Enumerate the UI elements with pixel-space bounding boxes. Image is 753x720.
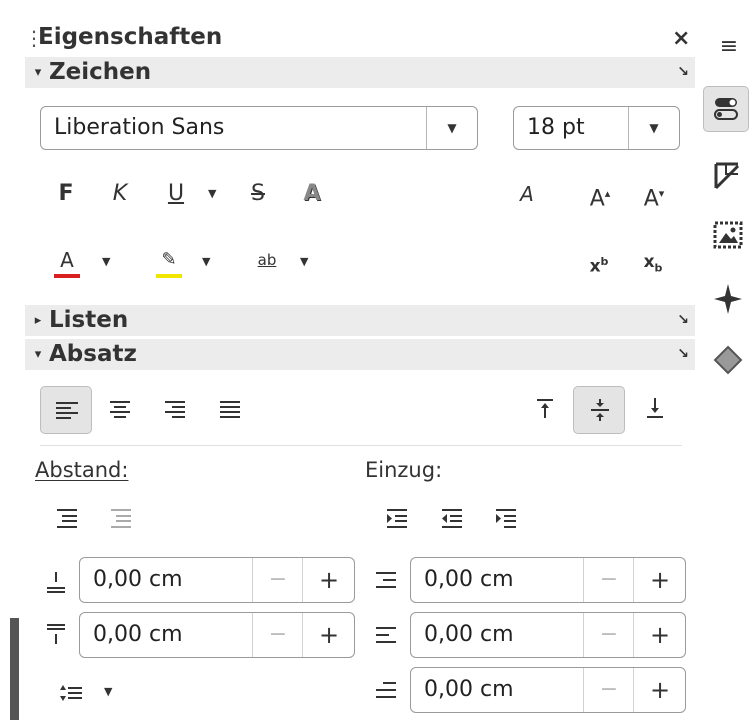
align-right-icon[interactable] [162, 386, 188, 432]
bold-icon[interactable]: F [52, 178, 80, 210]
highlight-icon[interactable]: ✎ [156, 244, 182, 276]
minus-button[interactable]: − [583, 558, 634, 602]
superscript-icon[interactable]: xb [584, 246, 614, 278]
plus-button[interactable]: + [633, 558, 686, 602]
einzug-label: Einzug: [365, 458, 443, 482]
more-options-icon[interactable]: ↘ [677, 57, 689, 88]
grow-font-icon[interactable]: A▴ [586, 178, 614, 212]
navigator-tab-icon[interactable] [712, 282, 744, 316]
font-color-dropdown-icon[interactable]: ▼ [102, 246, 110, 278]
minus-button[interactable]: − [583, 668, 634, 712]
section-zeichen-label: Zeichen [49, 59, 152, 85]
section-listen-label: Listen [49, 307, 129, 333]
align-top-icon[interactable] [532, 386, 558, 432]
chevron-down-icon[interactable]: ▼ [426, 107, 477, 149]
hanging-indent-icon[interactable] [494, 506, 520, 532]
clear-formatting-glyph: A [520, 182, 534, 206]
abstand-label: Abstand: [35, 458, 129, 482]
decrease-indent-icon[interactable] [440, 506, 466, 532]
strikethrough-icon[interactable]: S [244, 178, 272, 210]
indent-before-field[interactable]: 0,00 cm − + [410, 557, 686, 603]
page-tab-icon[interactable] [712, 160, 744, 192]
superscript-glyph: x [589, 256, 601, 277]
properties-icon [714, 98, 738, 120]
indent-after-value: 0,00 cm [424, 622, 514, 647]
clear-formatting-icon[interactable]: A [512, 178, 542, 210]
highlight-color-bar [156, 274, 182, 278]
increase-spacing-icon[interactable] [55, 506, 81, 532]
spacing-above-field[interactable]: 0,00 cm − + [79, 557, 355, 603]
decrease-spacing-icon [111, 509, 131, 528]
font-name-combo[interactable]: Liberation Sans ▼ [40, 106, 478, 150]
plus-button[interactable]: + [633, 613, 686, 657]
indent-after-field[interactable]: 0,00 cm − + [410, 612, 686, 658]
shadow-icon[interactable]: A [298, 178, 326, 210]
font-size-value: 18 pt [527, 115, 585, 140]
gallery-tab-icon[interactable] [712, 219, 744, 251]
character-spacing-icon[interactable]: ab [254, 244, 280, 276]
collapse-icon: ▾ [34, 65, 42, 80]
align-left-button[interactable] [40, 386, 92, 434]
panel-title: Eigenschaften [38, 24, 223, 50]
shrink-font-icon[interactable]: A▾ [640, 178, 668, 212]
indent-after-icon [376, 627, 396, 643]
font-color-bar [54, 274, 80, 278]
shrink-font-glyph: A [643, 186, 659, 212]
character-spacing-dropdown-icon[interactable]: ▼ [300, 246, 308, 278]
align-center-icon[interactable] [107, 386, 133, 432]
section-absatz-label: Absatz [49, 341, 137, 367]
italic-icon[interactable]: K [106, 178, 134, 210]
first-line-indent-field[interactable]: 0,00 cm − + [410, 667, 686, 713]
section-zeichen[interactable]: ▾ Zeichen ↘ [25, 57, 695, 88]
more-options-icon[interactable]: ↘ [677, 305, 689, 336]
align-middle-button[interactable] [573, 386, 625, 434]
spacing-below-icon [47, 624, 65, 644]
align-left-icon [56, 402, 78, 419]
spacing-above-icon [47, 572, 65, 593]
close-icon[interactable]: × [672, 26, 690, 51]
minus-button[interactable]: − [583, 613, 634, 657]
font-size-combo[interactable]: 18 pt ▼ [513, 106, 680, 150]
font-name-value: Liberation Sans [54, 115, 225, 140]
subscript-icon[interactable]: xb [638, 246, 668, 278]
align-bottom-icon[interactable] [642, 386, 668, 432]
line-spacing-icon[interactable] [58, 682, 84, 704]
increase-indent-icon[interactable] [385, 506, 411, 532]
properties-tab-button[interactable] [703, 86, 749, 132]
sidebar-menu-icon[interactable]: ≡ [712, 30, 746, 64]
style-inspector-tab-icon[interactable] [712, 344, 744, 376]
indent-before-icon [376, 572, 396, 588]
first-line-indent-value: 0,00 cm [424, 677, 514, 702]
minus-button[interactable]: − [252, 558, 303, 602]
align-middle-icon [591, 399, 609, 421]
underline-dropdown-icon[interactable]: ▼ [208, 178, 216, 210]
chevron-down-icon[interactable]: ▼ [628, 107, 679, 149]
subscript-sub-glyph: b [654, 261, 663, 275]
first-line-indent-icon [376, 682, 396, 698]
section-absatz[interactable]: ▾ Absatz ↘ [25, 339, 695, 370]
line-spacing-dropdown-icon[interactable]: ▼ [104, 676, 112, 708]
indent-before-value: 0,00 cm [424, 567, 514, 592]
spacing-below-field[interactable]: 0,00 cm − + [79, 612, 355, 658]
underline-icon[interactable]: U [162, 178, 190, 210]
divider [40, 445, 682, 446]
spacing-above-value: 0,00 cm [93, 567, 183, 592]
minus-button[interactable]: − [252, 613, 303, 657]
plus-button[interactable]: + [302, 613, 355, 657]
plus-button[interactable]: + [633, 668, 686, 712]
align-justify-icon[interactable] [217, 386, 243, 432]
plus-button[interactable]: + [302, 558, 355, 602]
collapse-icon: ▾ [34, 347, 42, 362]
highlight-dropdown-icon[interactable]: ▼ [202, 246, 210, 278]
superscript-sup-glyph: b [600, 255, 609, 268]
section-listen[interactable]: ▸ Listen ↘ [25, 305, 695, 336]
font-color-icon[interactable]: A [54, 244, 80, 276]
more-options-icon[interactable]: ↘ [677, 339, 689, 370]
expand-icon: ▸ [34, 313, 42, 328]
subscript-glyph: x [643, 252, 655, 272]
collapse-handle[interactable] [10, 618, 19, 720]
spacing-below-value: 0,00 cm [93, 622, 183, 647]
grow-font-glyph: A [589, 186, 605, 212]
